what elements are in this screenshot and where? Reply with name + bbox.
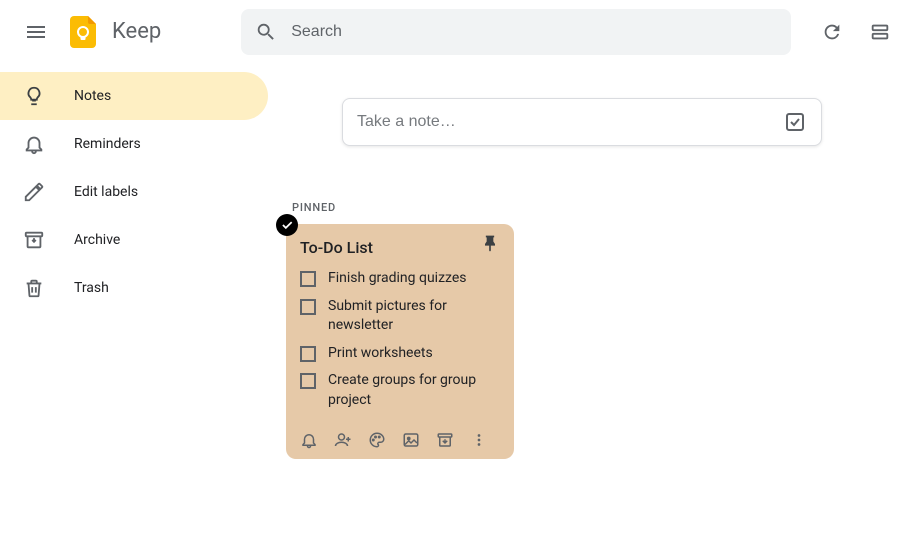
checklist: Finish grading quizzes Submit pictures f… [300,269,500,411]
note-toolbar [300,427,500,449]
palette-icon [368,431,386,449]
pin-button[interactable] [480,234,504,258]
background-options-button[interactable] [368,431,386,449]
list-item[interactable]: Print worksheets [300,344,500,364]
checkbox-icon[interactable] [300,271,316,287]
header: Keep [0,0,918,64]
sidebar-item-label: Archive [74,232,120,248]
take-note-bar[interactable] [342,98,822,146]
header-actions [810,10,906,54]
item-text: Create groups for group project [328,371,500,410]
item-text: Finish grading quizzes [328,269,467,289]
sidebar-item-edit-labels[interactable]: Edit labels [0,168,268,216]
collaborator-button[interactable] [334,431,352,449]
note-card[interactable]: To-Do List Finish grading quizzes Submit… [286,224,514,459]
note-title: To-Do List [300,238,500,257]
person-add-icon [334,431,352,449]
sidebar-item-label: Notes [74,88,111,104]
archive-button[interactable] [436,431,454,449]
sidebar-item-notes[interactable]: Notes [0,72,268,120]
main-menu-button[interactable] [12,8,60,56]
list-view-button[interactable] [858,10,902,54]
pinned-label: Pinned [292,201,918,214]
check-icon [280,218,294,232]
refresh-icon [821,21,843,43]
trash-icon [22,276,46,300]
take-note-input[interactable] [357,113,783,131]
checkbox-icon[interactable] [300,299,316,315]
sidebar-item-archive[interactable]: Archive [0,216,268,264]
checkbox-icon[interactable] [300,346,316,362]
bell-icon [22,132,46,156]
search-bar[interactable] [241,9,791,55]
new-list-button[interactable] [783,110,807,134]
archive-icon [22,228,46,252]
content: Pinned To-Do List Finish grading quizzes [280,64,918,558]
more-vert-icon [470,431,488,449]
app-name: Keep [112,19,161,44]
checkbox-icon[interactable] [300,373,316,389]
logo-area[interactable]: Keep [64,12,161,52]
list-view-icon [869,21,891,43]
search-icon [255,21,277,43]
pencil-icon [22,180,46,204]
checkbox-icon [783,110,807,134]
list-item[interactable]: Submit pictures for newsletter [300,297,500,336]
more-button[interactable] [470,431,488,449]
notes-area: Pinned To-Do List Finish grading quizzes [286,201,918,459]
hamburger-icon [24,20,48,44]
sidebar-item-label: Reminders [74,136,141,152]
note-select-badge[interactable] [276,214,298,236]
main: Notes Reminders Edit labels Archive Tras… [0,64,918,558]
bell-icon [300,431,318,449]
keep-logo-icon [64,12,104,52]
item-text: Print worksheets [328,344,433,364]
sidebar-item-reminders[interactable]: Reminders [0,120,268,168]
remind-me-button[interactable] [300,431,318,449]
image-icon [402,431,420,449]
sidebar-item-trash[interactable]: Trash [0,264,268,312]
archive-icon [436,431,454,449]
list-item[interactable]: Finish grading quizzes [300,269,500,289]
list-item[interactable]: Create groups for group project [300,371,500,410]
item-text: Submit pictures for newsletter [328,297,500,336]
add-image-button[interactable] [402,431,420,449]
sidebar-item-label: Edit labels [74,184,138,200]
refresh-button[interactable] [810,10,854,54]
lightbulb-icon [22,84,46,108]
sidebar: Notes Reminders Edit labels Archive Tras… [0,64,280,558]
search-input[interactable] [291,23,777,41]
pin-icon [480,234,500,254]
sidebar-item-label: Trash [74,280,109,296]
